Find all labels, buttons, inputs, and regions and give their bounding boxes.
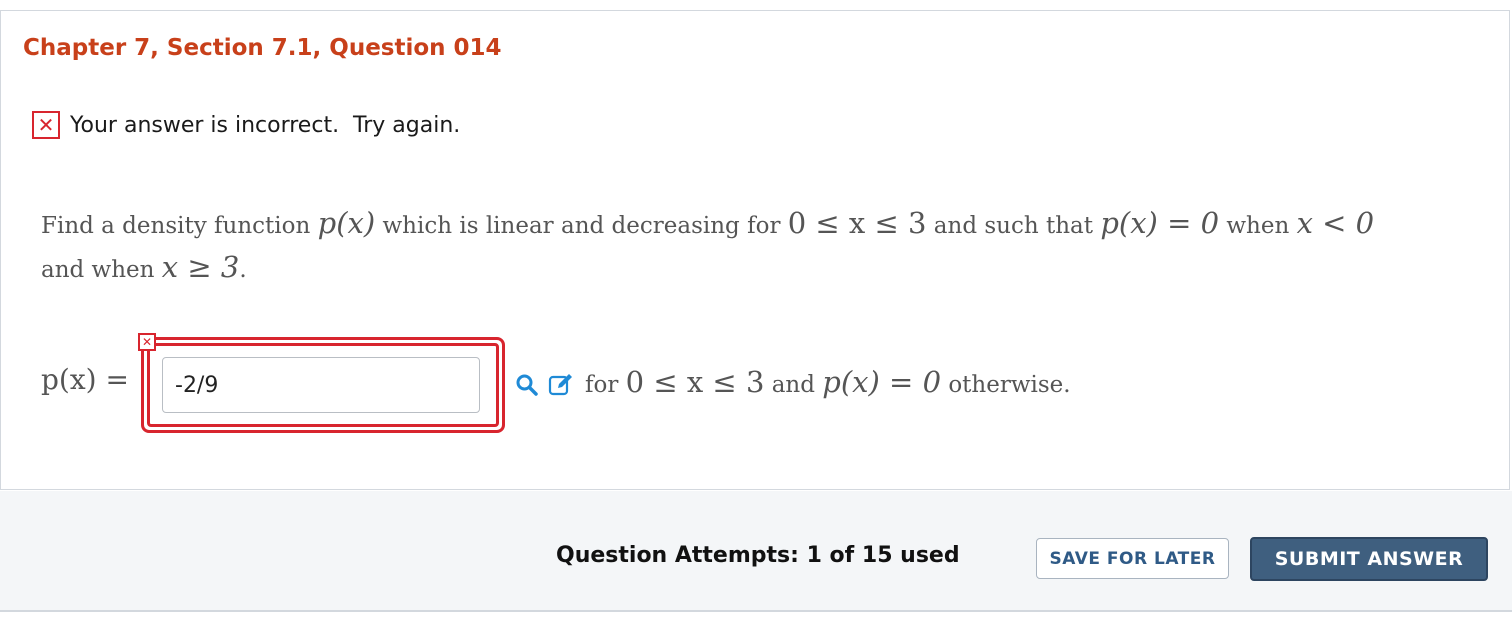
suffix-text: and	[764, 372, 823, 398]
math-expression: 0 ≤ x ≤ 3	[625, 365, 765, 399]
question-title: Chapter 7, Section 7.1, Question 014	[23, 35, 502, 61]
answer-suffix: for 0 ≤ x ≤ 3 and p(x) = 0 otherwise.	[585, 365, 1071, 399]
footer-bar: Question Attempts: 1 of 15 used SAVE FOR…	[0, 491, 1512, 612]
problem-text: .	[239, 257, 247, 283]
problem-text: when	[1219, 213, 1297, 239]
question-panel: Chapter 7, Section 7.1, Question 014 ✕ Y…	[0, 10, 1510, 490]
x-icon: ✕	[32, 111, 60, 139]
math-expression: p(x) = 0	[822, 365, 942, 399]
problem-text: which is linear and decreasing for	[375, 213, 788, 239]
math-expression: p(x)	[317, 206, 376, 240]
problem-statement: Find a density function p(x) which is li…	[41, 203, 1461, 291]
error-marker-icon: ✕	[138, 333, 156, 351]
suffix-text: otherwise.	[941, 372, 1071, 398]
math-expression: p(x) = 0	[1100, 206, 1220, 240]
feedback-message: ✕ Your answer is incorrect. Try again.	[32, 111, 460, 139]
problem-text: and when	[41, 257, 162, 283]
attempts-counter: Question Attempts: 1 of 15 used	[556, 543, 960, 568]
save-for-later-button[interactable]: SAVE FOR LATER	[1036, 538, 1229, 579]
suffix-text: for	[585, 372, 626, 398]
answer-label: p(x) =	[41, 363, 129, 396]
math-expression: x ≥ 3	[161, 250, 240, 284]
problem-text: Find a density function	[41, 213, 318, 239]
answer-input[interactable]	[162, 357, 480, 413]
math-expression: x < 0	[1296, 206, 1375, 240]
submit-answer-button[interactable]: SUBMIT ANSWER	[1250, 537, 1488, 581]
answer-tools	[513, 371, 575, 399]
problem-text: and such that	[926, 213, 1101, 239]
math-expression: 0 ≤ x ≤ 3	[787, 206, 927, 240]
answer-row: p(x) = ✕ for 0 ≤ x ≤ 3 and p(x) = 0 othe…	[41, 333, 1501, 433]
magnify-icon[interactable]	[513, 371, 541, 399]
feedback-text: Your answer is incorrect. Try again.	[70, 112, 461, 138]
edit-icon[interactable]	[547, 371, 575, 399]
